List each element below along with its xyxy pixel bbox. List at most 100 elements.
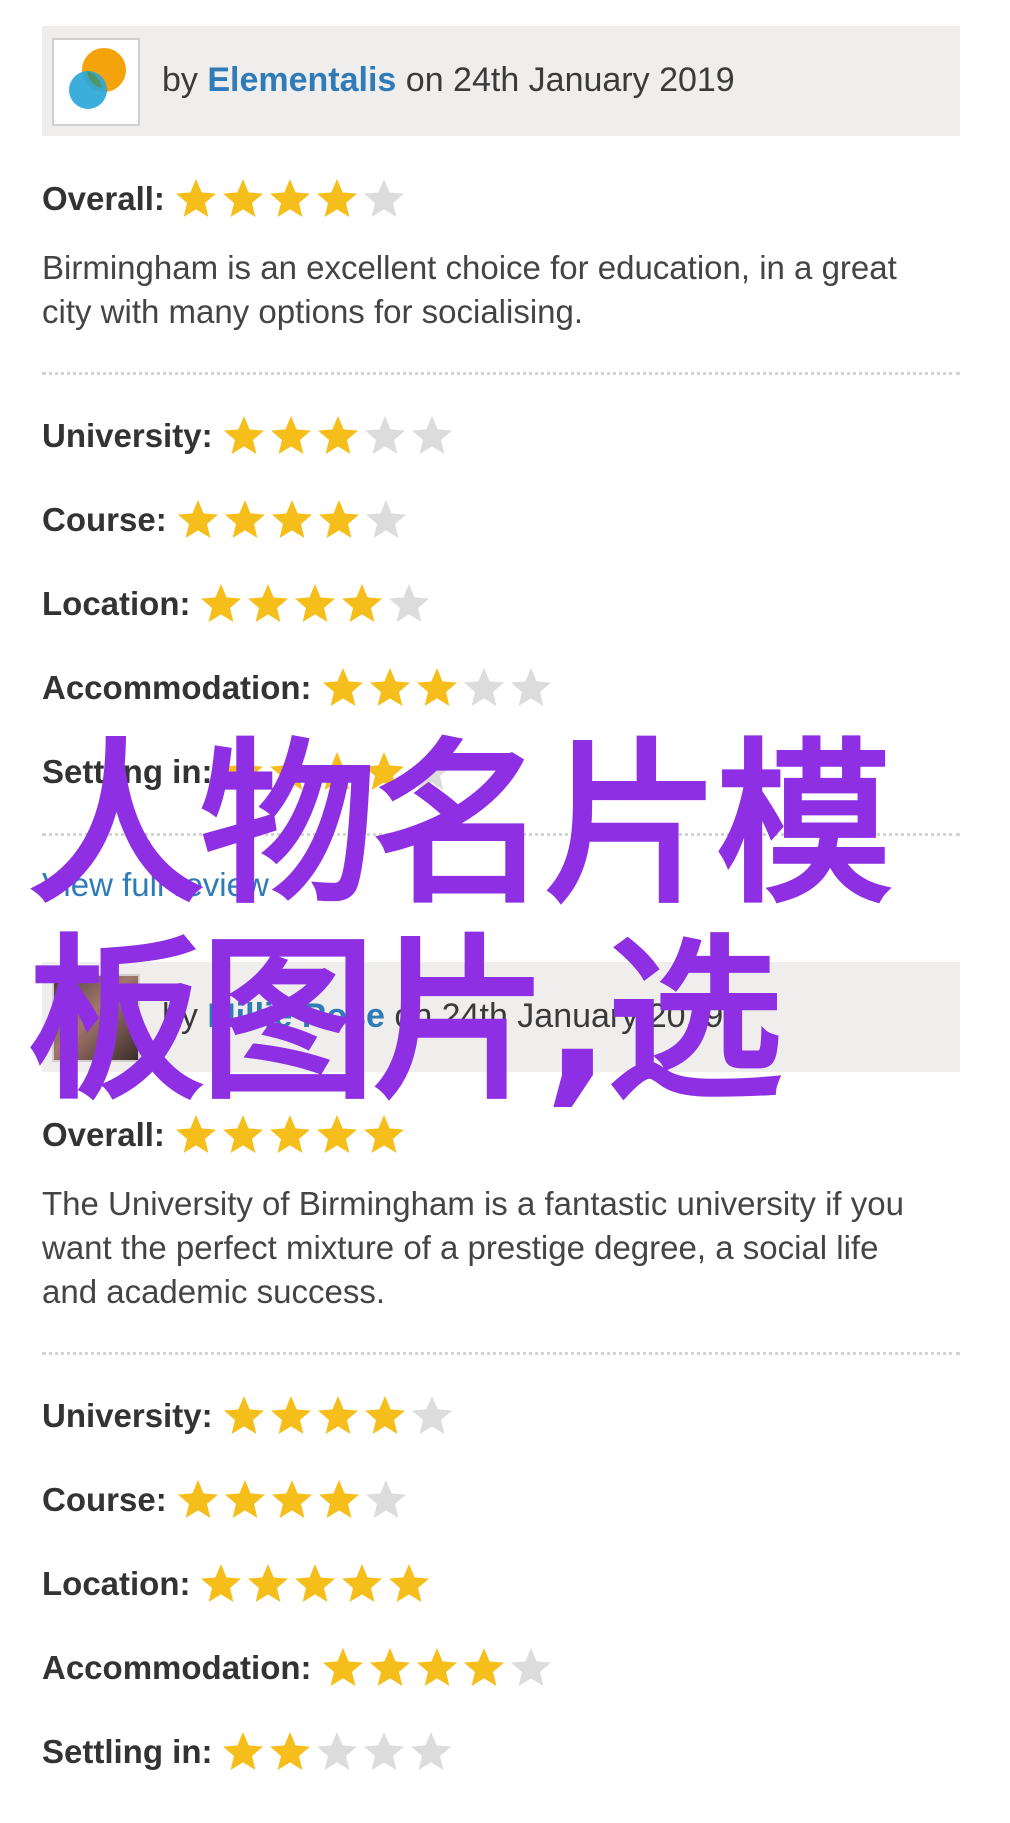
star-rating xyxy=(175,497,410,543)
rating-label: Accommodation: xyxy=(42,669,312,706)
review-byline: by Elementalis on 24th January 2019 xyxy=(162,58,735,102)
star-icon xyxy=(201,584,242,622)
rating-row-course: Course: xyxy=(42,1477,960,1523)
star-rating xyxy=(198,581,433,627)
review-card: by Elementalis on 24th January 2019 Over… xyxy=(42,26,960,904)
star-icon xyxy=(411,1396,452,1434)
byline-date: on 24th January 2019 xyxy=(396,61,735,99)
star-icon xyxy=(224,1480,265,1518)
rating-label: Settling in: xyxy=(42,1733,213,1770)
star-icon xyxy=(177,500,218,538)
reviews-page: by Elementalis on 24th January 2019 Over… xyxy=(42,26,960,1775)
review-text: Birmingham is an excellent choice for ed… xyxy=(42,249,897,330)
star-rating xyxy=(221,1393,456,1439)
star-icon xyxy=(177,1480,218,1518)
review-byline: by Millie Rose on 24th January 2019 xyxy=(162,994,723,1038)
overall-label: Overall: xyxy=(42,180,165,217)
author-photo xyxy=(54,976,138,1060)
star-icon xyxy=(342,584,383,622)
byline-prefix: by xyxy=(162,997,208,1035)
star-icon xyxy=(223,416,264,454)
review-card: by Millie Rose on 24th January 2019 Over… xyxy=(42,962,960,1775)
rating-row-location: Location: xyxy=(42,1561,960,1607)
rating-row-accommodation: Accommodation: xyxy=(42,665,960,711)
overall-label: Overall: xyxy=(42,1116,165,1153)
elementalis-logo-icon xyxy=(54,40,138,124)
star-icon xyxy=(318,1480,359,1518)
rating-label: Course: xyxy=(42,501,167,538)
star-rating xyxy=(173,176,408,222)
star-icon xyxy=(416,1648,457,1686)
star-icon xyxy=(223,1732,264,1770)
star-icon xyxy=(389,584,430,622)
star-icon xyxy=(369,1648,410,1686)
author-link[interactable]: Elementalis xyxy=(207,61,396,99)
star-rating xyxy=(175,1477,410,1523)
sub-ratings: University: Course: Location: Accommodat… xyxy=(42,1393,960,1775)
byline-prefix: by xyxy=(162,61,208,99)
rating-label: University: xyxy=(42,1397,213,1434)
author-avatar[interactable] xyxy=(52,974,140,1062)
star-icon xyxy=(270,1396,311,1434)
star-icon xyxy=(510,668,551,706)
star-icon xyxy=(317,1732,358,1770)
star-rating xyxy=(198,1561,433,1607)
star-icon xyxy=(295,1564,336,1602)
star-rating xyxy=(173,1112,408,1158)
star-icon xyxy=(463,1648,504,1686)
author-avatar[interactable] xyxy=(52,38,140,126)
rating-row-university: University: xyxy=(42,413,960,459)
star-icon xyxy=(364,1396,405,1434)
rating-label: Location: xyxy=(42,1565,191,1602)
overall-rating: Overall: xyxy=(42,1112,960,1158)
overall-rating: Overall: xyxy=(42,176,960,222)
sub-ratings: University: Course: Location: Accommodat… xyxy=(42,413,960,795)
star-icon xyxy=(270,416,311,454)
star-icon xyxy=(411,1732,452,1770)
star-icon xyxy=(363,1115,404,1153)
star-rating xyxy=(320,665,555,711)
rating-label: Course: xyxy=(42,1481,167,1518)
author-link[interactable]: Millie Rose xyxy=(207,997,385,1035)
star-rating xyxy=(220,1729,455,1775)
rating-row-location: Location: xyxy=(42,581,960,627)
review-author-bar: by Millie Rose on 24th January 2019 xyxy=(42,962,960,1072)
star-icon xyxy=(222,1115,263,1153)
rating-label: Location: xyxy=(42,585,191,622)
star-icon xyxy=(364,1732,405,1770)
divider xyxy=(42,372,960,375)
rating-row-settling-in: Settling in: xyxy=(42,1729,960,1775)
star-icon xyxy=(316,1115,357,1153)
byline-date: on 24th January 2019 xyxy=(384,997,724,1035)
star-icon xyxy=(248,1564,289,1602)
star-icon xyxy=(224,500,265,538)
star-icon xyxy=(317,752,358,790)
star-icon xyxy=(248,584,289,622)
rating-label: Accommodation: xyxy=(42,1649,312,1686)
star-icon xyxy=(269,1115,310,1153)
view-full-review-link[interactable]: View full review xyxy=(42,866,269,904)
star-rating xyxy=(220,749,455,795)
star-icon xyxy=(222,179,263,217)
star-icon xyxy=(318,500,359,538)
star-icon xyxy=(317,1396,358,1434)
star-icon xyxy=(269,179,310,217)
star-icon xyxy=(271,1480,312,1518)
star-icon xyxy=(316,179,357,217)
star-icon xyxy=(416,668,457,706)
star-icon xyxy=(365,500,406,538)
star-icon xyxy=(271,500,312,538)
star-icon xyxy=(175,179,216,217)
star-icon xyxy=(364,752,405,790)
star-icon xyxy=(342,1564,383,1602)
rating-label: Settling in: xyxy=(42,753,213,790)
star-icon xyxy=(463,668,504,706)
star-icon xyxy=(411,416,452,454)
star-icon xyxy=(223,752,264,790)
divider xyxy=(42,1352,960,1355)
star-icon xyxy=(389,1564,430,1602)
rating-row-settling-in: Settling in: xyxy=(42,749,960,795)
star-icon xyxy=(175,1115,216,1153)
star-icon xyxy=(270,752,311,790)
rating-label: University: xyxy=(42,417,213,454)
